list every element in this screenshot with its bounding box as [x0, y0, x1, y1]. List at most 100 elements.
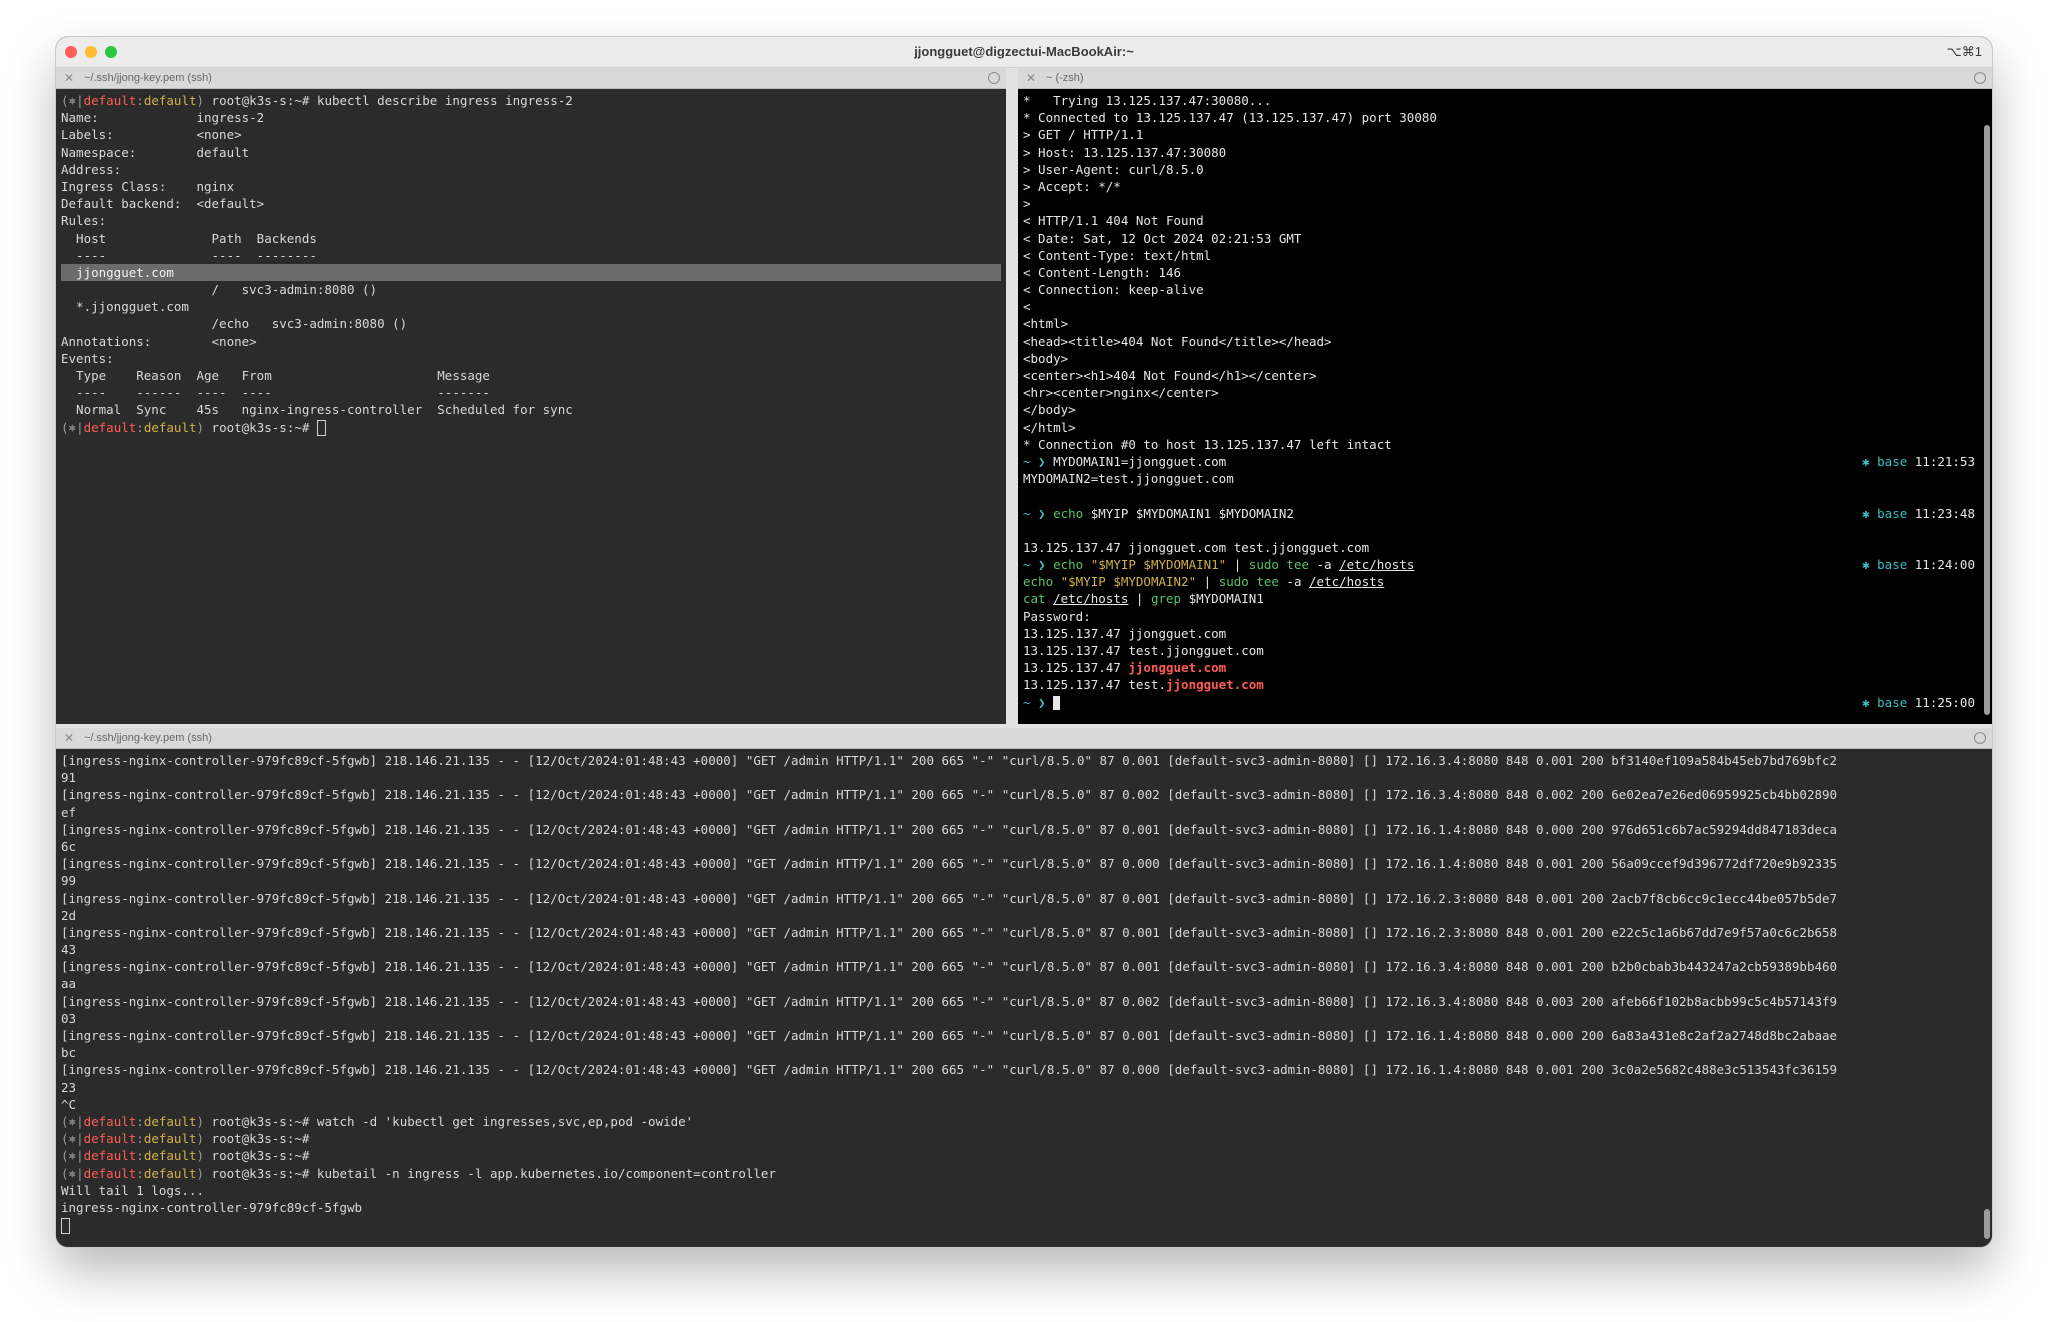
status-marker-icon: ✱: [1862, 557, 1870, 573]
command-line: cat /etc/hosts | grep $MYDOMAIN1: [1023, 590, 1987, 607]
log-text: [ingress-nginx-controller-979fc89cf-5fgw…: [61, 1062, 1838, 1078]
status-segment: ✱ base 11:23:48: [1862, 505, 1975, 522]
output-line: < Connection: keep-alive: [1023, 281, 1987, 298]
output-line: < Content-Length: 146: [1023, 264, 1987, 281]
output-text: </html>: [1023, 419, 1076, 435]
prompt-paren: ): [196, 419, 205, 435]
log-line: [ingress-nginx-controller-979fc89cf-5fgw…: [61, 821, 1987, 838]
prompt-user: root@k3s-s:~#: [204, 1113, 310, 1129]
prompt-user: root@k3s-s:~#: [204, 1131, 310, 1147]
pane-menu-icon[interactable]: [1974, 72, 1986, 84]
password-prompt: Password:: [1023, 608, 1091, 624]
pane-tab-bottom[interactable]: ✕ ~/.ssh/jjong-key.pem (ssh): [56, 728, 1992, 749]
output-text: > Accept: */*: [1023, 178, 1121, 194]
command-echo: echo: [1023, 574, 1054, 590]
close-icon[interactable]: ✕: [64, 728, 74, 748]
command-file: /etc/hosts: [1053, 591, 1129, 607]
pane-title: ~/.ssh/jjong-key.pem (ssh): [84, 72, 212, 84]
prompt-bar: |: [76, 1165, 84, 1181]
output-line: 13.125.137.47 jjongguet.com: [1023, 625, 1987, 642]
command-flag: -a: [1309, 557, 1340, 573]
status-time: 11:24:00: [1914, 557, 1975, 573]
pane-tab-left[interactable]: ✕ ~/.ssh/jjong-key.pem (ssh): [56, 68, 1006, 89]
close-icon[interactable]: ✕: [1026, 68, 1036, 88]
scrollbar-right[interactable]: [1984, 125, 1990, 715]
output-text: > GET / HTTP/1.1: [1023, 127, 1144, 143]
prompt-paren: ): [196, 1165, 205, 1181]
terminal-output-right[interactable]: * Trying 13.125.137.47:30080... * Connect…: [1018, 89, 1992, 724]
log-line: ef: [61, 804, 1987, 821]
output-text: 13.125.137.47 test.jjongguet.com: [1023, 643, 1264, 658]
output-text: Rules:: [61, 213, 107, 229]
scrollbar-bottom[interactable]: [1984, 1209, 1990, 1239]
output-text: Host Path Backends: [61, 230, 317, 246]
log-text: [ingress-nginx-controller-979fc89cf-5fgw…: [61, 924, 1838, 940]
log-text: 6c: [61, 838, 77, 854]
output-line: < HTTP/1.1 404 Not Found: [1023, 212, 1987, 229]
log-text: [ingress-nginx-controller-979fc89cf-5fgw…: [61, 787, 1838, 803]
output-line: > Host: 13.125.137.47:30080: [1023, 144, 1987, 161]
log-line: 99: [61, 872, 1987, 889]
prompt-bar: |: [76, 419, 84, 435]
output-line: < Date: Sat, 12 Oct 2024 02:21:53 GMT: [1023, 230, 1987, 247]
status-marker-icon: ✱: [1862, 694, 1870, 710]
output-text: <body>: [1023, 350, 1069, 366]
output-text: 13.125.137.47 jjongguet.com test.jjonggu…: [1023, 539, 1370, 555]
status-segment: ✱ base 11:21:53: [1862, 453, 1975, 470]
pane-left-top[interactable]: ✕ ~/.ssh/jjong-key.pem (ssh) (⎈|default:…: [56, 68, 1006, 724]
output-line: ingress-nginx-controller-979fc89cf-5fgwb: [61, 1199, 1987, 1216]
prompt-colon: :: [136, 1148, 144, 1164]
output-text: * Connected to 13.125.137.47 (13.125.137…: [1023, 110, 1437, 126]
pane-tab-right[interactable]: ✕ ~ (-zsh): [1018, 68, 1992, 89]
pane-bottom[interactable]: ✕ ~/.ssh/jjong-key.pem (ssh) [ingress-ng…: [56, 728, 1992, 1247]
terminal-output-left[interactable]: (⎈|default:default) root@k3s-s:~# kubect…: [56, 89, 1006, 724]
output-text: Will tail 1 logs...: [61, 1182, 204, 1198]
output-line: <: [1023, 298, 1987, 315]
prompt-context: default: [83, 1148, 137, 1164]
command-line: echo "$MYIP $MYDOMAIN2" | sudo tee -a /e…: [1023, 573, 1987, 590]
pane-menu-icon[interactable]: [1974, 732, 1986, 744]
command-flag: -a: [1278, 574, 1310, 590]
command-text: kubetail -n ingress -l app.kubernetes.io…: [316, 1165, 776, 1181]
command-text: MYDOMAIN1=jjongguet.com: [1053, 453, 1227, 469]
output-text: ---- ---- --------: [61, 247, 317, 263]
output-line: Annotations: <none>: [61, 333, 1001, 350]
output-line: Rules:: [61, 212, 1001, 229]
terminal-output-bottom[interactable]: [ingress-nginx-controller-979fc89cf-5fgw…: [56, 749, 1992, 1247]
output-line: Ingress Class: nginx: [61, 178, 1001, 195]
pane-right-top[interactable]: ✕ ~ (-zsh) * Trying 13.125.137.47:30080.…: [1018, 68, 1992, 724]
log-text: 43: [61, 942, 77, 958]
prompt-paren: (: [61, 93, 69, 108]
output-text: 13.125.137.47: [1023, 660, 1129, 676]
output-line: </html>: [1023, 419, 1987, 436]
log-text: 03: [61, 1010, 77, 1026]
command-string: "$MYIP $MYDOMAIN1": [1083, 557, 1227, 573]
command-string: "$MYIP $MYDOMAIN2": [1053, 574, 1197, 590]
prompt-paren: (: [61, 419, 69, 435]
output-line: <hr><center>nginx</center>: [1023, 384, 1987, 401]
output-text: < Content-Type: text/html: [1023, 247, 1212, 263]
prompt-namespace: default: [143, 1113, 197, 1129]
log-text: 23: [61, 1079, 77, 1095]
command-line: (⎈|default:default) root@k3s-s:~# kubect…: [61, 92, 1001, 109]
log-text: [ingress-nginx-controller-979fc89cf-5fgw…: [61, 856, 1838, 872]
prompt-bar: |: [76, 1113, 84, 1129]
prompt-paren: (: [61, 1113, 69, 1129]
output-line: *.jjongguet.com: [61, 298, 1001, 315]
pane-menu-icon[interactable]: [988, 72, 1000, 84]
output-text: </body>: [1023, 402, 1076, 418]
log-line: 03: [61, 1010, 1987, 1027]
status-time: 11:25:00: [1914, 694, 1975, 710]
log-line: [ingress-nginx-controller-979fc89cf-5fgw…: [61, 993, 1987, 1010]
command-tee: tee: [1248, 574, 1279, 590]
output-text: Events:: [61, 350, 114, 366]
output-line: Normal Sync 45s nginx-ingress-controller…: [61, 401, 1001, 418]
log-line: [ingress-nginx-controller-979fc89cf-5fgw…: [61, 1027, 1987, 1044]
pane-divider-vertical[interactable]: [1006, 68, 1018, 724]
prompt-bar: |: [76, 1131, 84, 1147]
prompt-colon: :: [136, 1131, 144, 1147]
zsh-prompt: ~ ❯: [1023, 694, 1046, 710]
command-line: (⎈|default:default) root@k3s-s:~#: [61, 419, 1001, 437]
close-icon[interactable]: ✕: [64, 68, 74, 88]
